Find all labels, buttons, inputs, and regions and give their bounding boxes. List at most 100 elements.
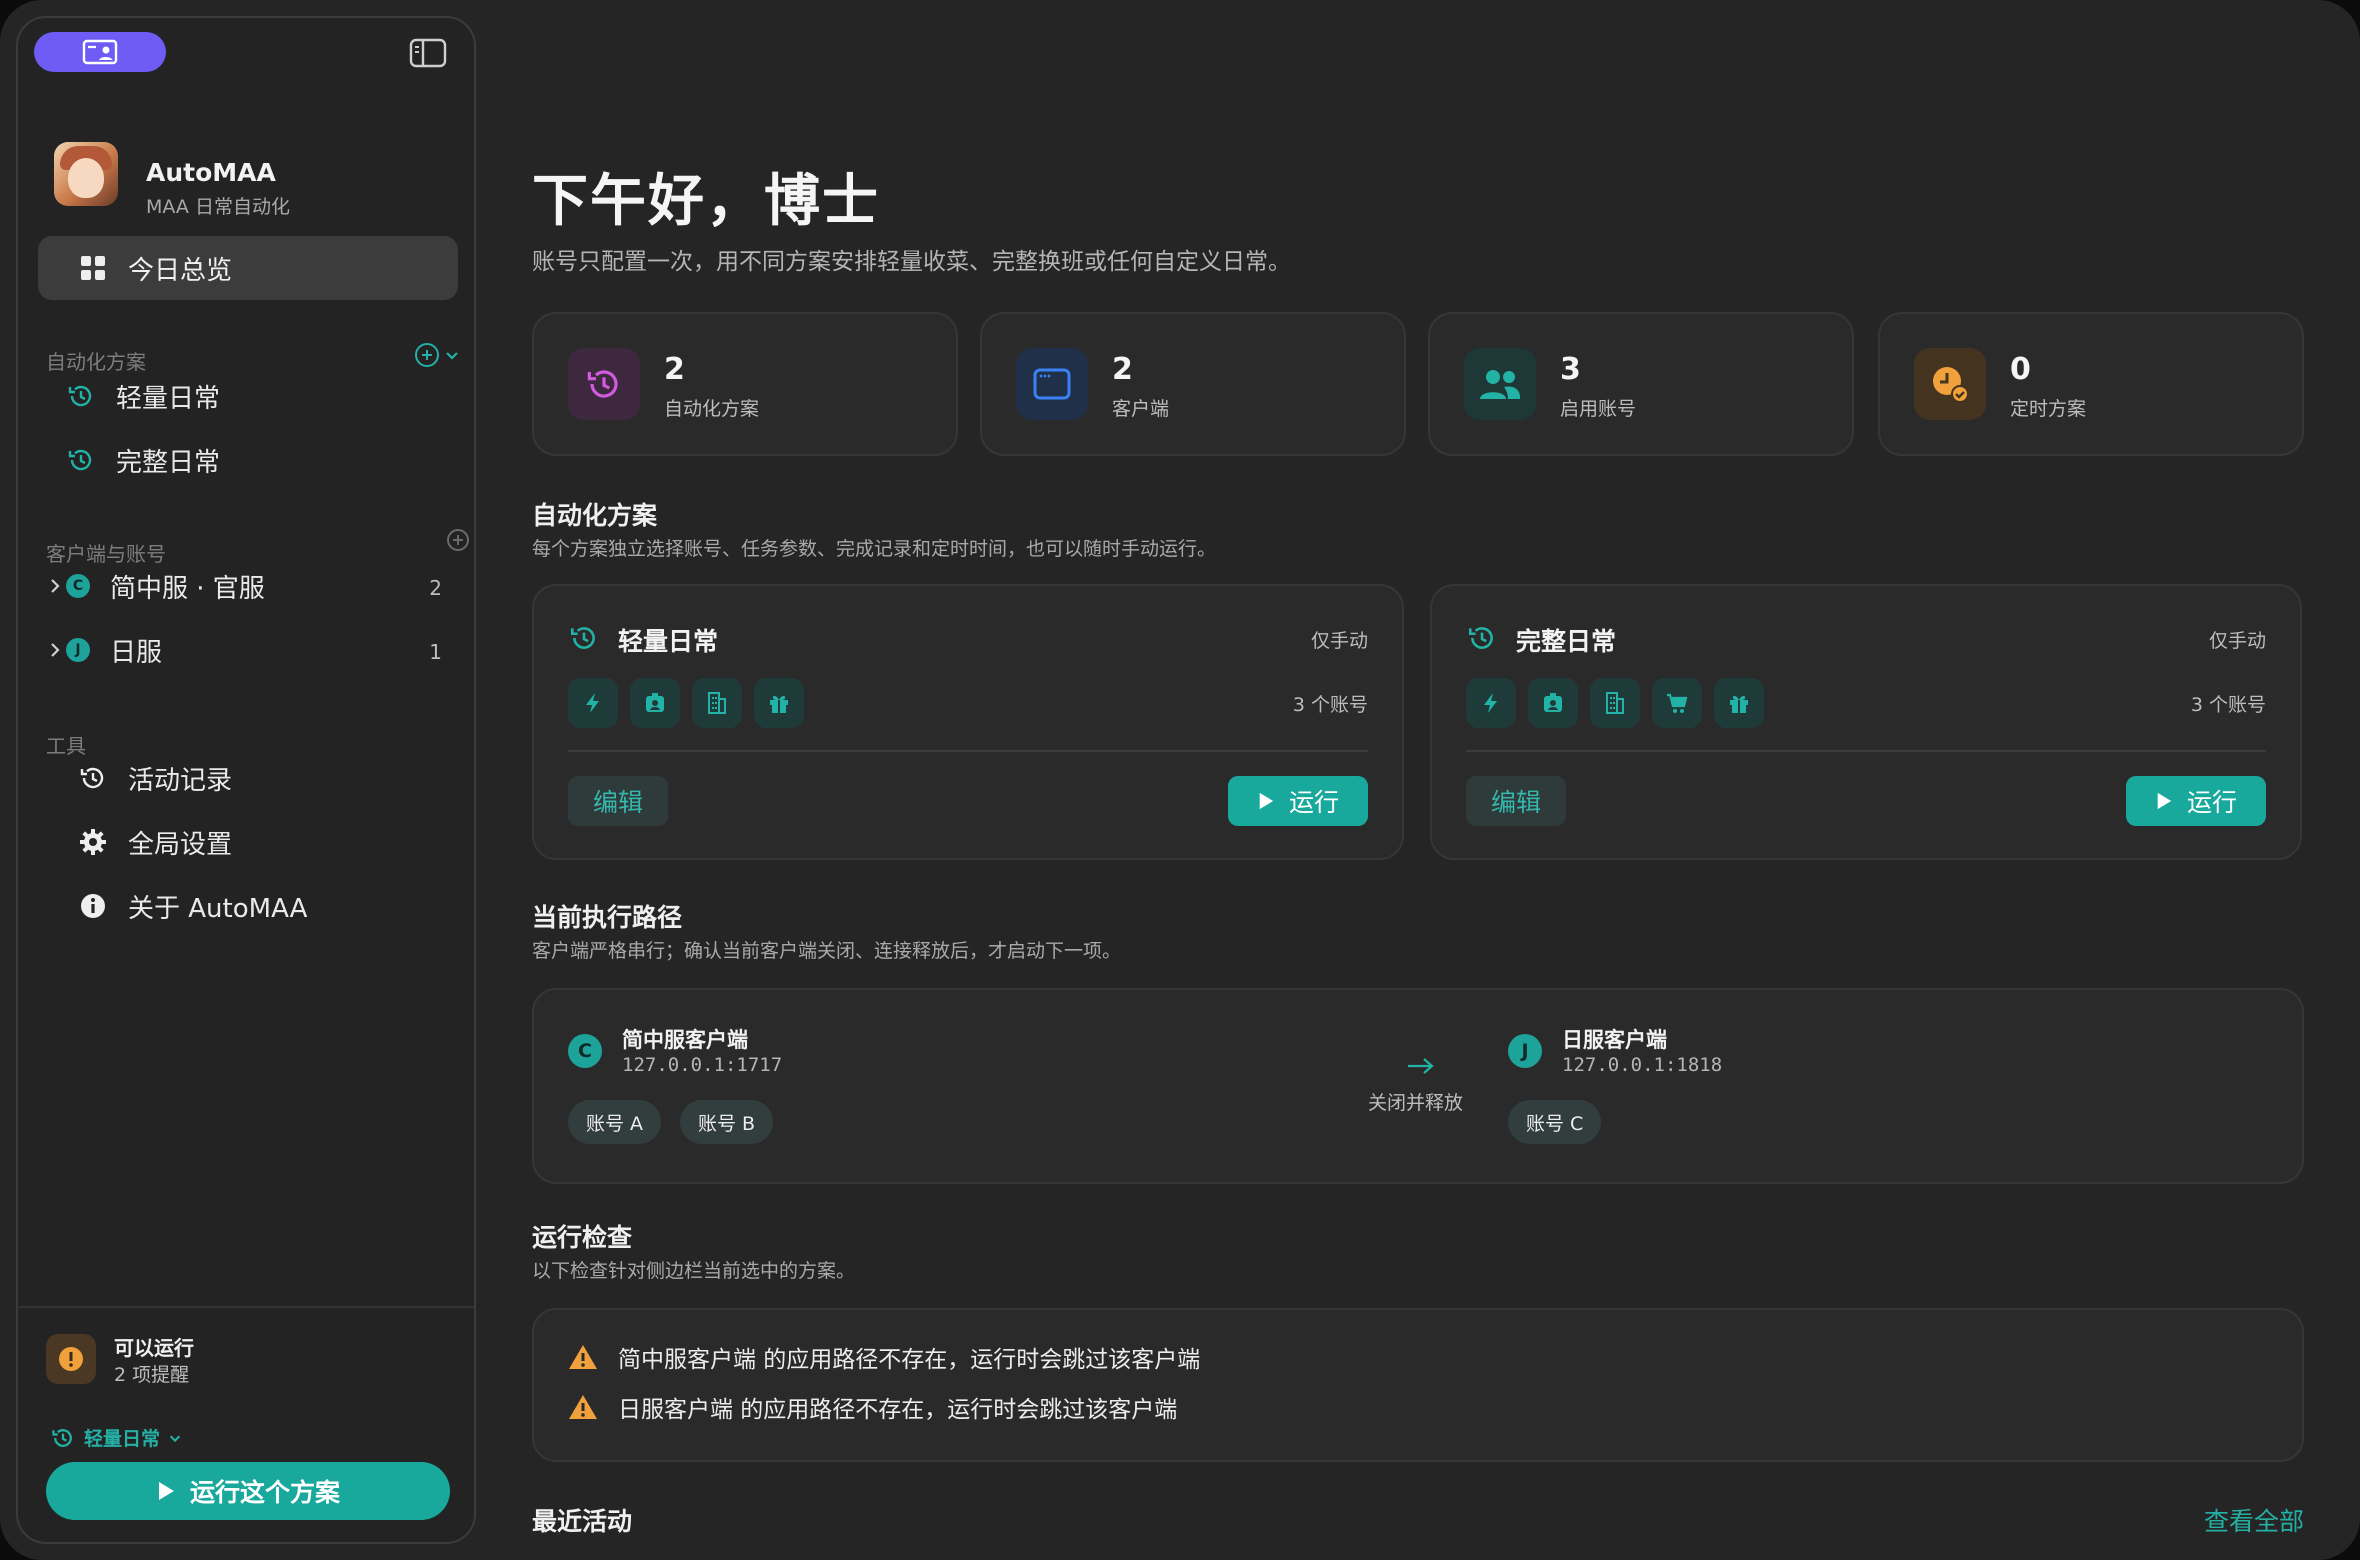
sidebar-tool-label: 活动记录	[128, 765, 233, 796]
check-item: 日服客户端 的应用路径不存在，运行时会跳过该客户端	[568, 1390, 1177, 1424]
sidebar-plan-light[interactable]: 轻量日常	[66, 374, 220, 418]
app-window: AutoMAA MAA 日常自动化 今日总览 自动化方案 轻量日常 完整日常 客…	[0, 0, 2360, 1560]
selected-plan-dropdown[interactable]: 轻量日常	[50, 1424, 182, 1451]
stat-card-accounts: 3 启用账号	[1428, 312, 1854, 456]
add-plan-button[interactable]	[414, 342, 460, 368]
plan-title: 完整日常	[1516, 627, 1617, 656]
run-button-label: 运行	[2186, 788, 2237, 817]
app-subtitle: MAA 日常自动化	[146, 196, 290, 218]
info-icon	[81, 894, 105, 918]
sidebar-plan-full[interactable]: 完整日常	[66, 438, 220, 482]
sidebar-toggle-icon	[409, 38, 447, 68]
plan-divider	[568, 750, 1368, 752]
sidebar-divider	[18, 1306, 474, 1308]
gift-icon	[1714, 678, 1764, 728]
history-icon	[80, 767, 104, 789]
section-clients-label: 客户端与账号	[46, 542, 166, 566]
stat-value: 2	[1112, 352, 1133, 387]
run-plan-button[interactable]: 运行这个方案	[46, 1462, 450, 1520]
plan-mode: 仅手动	[1310, 630, 1368, 652]
client-account-count: 1	[429, 640, 442, 664]
status-title: 可以运行	[114, 1336, 194, 1360]
building-icon	[1590, 678, 1640, 728]
profile-card-icon	[82, 39, 118, 65]
history-icon	[68, 385, 92, 407]
sidebar-toggle-button[interactable]	[408, 36, 448, 70]
stat-card-plans: 2 自动化方案	[532, 312, 958, 456]
warning-icon	[569, 1345, 597, 1369]
route-section-title: 当前执行路径	[532, 903, 683, 932]
plus-circle-icon	[415, 343, 439, 367]
history-icon	[68, 449, 92, 471]
check-section-desc: 以下检查针对侧边栏当前选中的方案。	[532, 1260, 856, 1282]
sidebar-client-jp[interactable]: J 日服	[48, 628, 162, 672]
plan-divider	[1466, 750, 2266, 752]
arrow-right-icon	[1408, 1058, 1434, 1074]
plan-card-light: 轻量日常 仅手动 3 个账号 编辑 运行	[532, 584, 1404, 860]
stat-value: 3	[1560, 352, 1581, 387]
sidebar-tool-about[interactable]: 关于 AutoMAA	[78, 884, 307, 928]
route-client-name: 简中服客户端	[622, 1028, 748, 1052]
gift-icon	[754, 678, 804, 728]
chevron-down-icon	[446, 352, 458, 360]
warning-icon	[569, 1395, 597, 1419]
nav-overview-label: 今日总览	[128, 255, 233, 286]
sidebar-tool-label: 全局设置	[128, 829, 233, 860]
route-client-address: 127.0.0.1:1717	[622, 1054, 783, 1076]
play-icon	[158, 1482, 174, 1500]
chevron-down-icon	[169, 1435, 181, 1442]
client-badge: C	[66, 574, 90, 598]
edit-plan-button[interactable]: 编辑	[568, 776, 668, 826]
route-client-name: 日服客户端	[1562, 1028, 1667, 1052]
recent-section-title: 最近活动	[532, 1507, 633, 1536]
chevron-right-icon	[51, 579, 60, 593]
app-name: AutoMAA	[146, 158, 276, 187]
stat-icon-box	[1464, 348, 1536, 420]
stat-label: 定时方案	[2010, 398, 2087, 420]
cart-icon	[1652, 678, 1702, 728]
stat-value: 2	[664, 352, 685, 387]
task-chips	[1466, 678, 1764, 728]
grid-icon	[81, 256, 105, 280]
plans-section-desc: 每个方案独立选择账号、任务参数、完成记录和定时时间，也可以随时手动运行。	[532, 538, 1217, 560]
bolt-icon	[568, 678, 618, 728]
stat-card-scheduled: 0 定时方案	[1878, 312, 2304, 456]
sidebar-plan-label: 轻量日常	[116, 383, 221, 414]
page-subtitle: 账号只配置一次，用不同方案安排轻量收菜、完整换班或任何自定义日常。	[532, 249, 1291, 275]
history-icon	[587, 370, 618, 398]
route-client-address: 127.0.0.1:1818	[1562, 1054, 1723, 1076]
client-badge: J	[1508, 1034, 1542, 1068]
route-section-desc: 客户端严格串行；确认当前客户端关闭、连接释放后，才启动下一项。	[532, 940, 1122, 962]
plan-card-full: 完整日常 仅手动 3 个账号 编辑 运行	[1430, 584, 2302, 860]
view-all-link[interactable]: 查看全部	[2204, 1502, 2304, 1538]
nav-overview[interactable]: 今日总览	[38, 236, 458, 300]
run-plan-card-button[interactable]: 运行	[1228, 776, 1368, 826]
client-account-count: 2	[429, 576, 442, 600]
users-icon	[1480, 370, 1521, 399]
check-item: 简中服客户端 的应用路径不存在，运行时会跳过该客户端	[568, 1340, 1200, 1374]
chevron-right-icon	[51, 643, 60, 657]
sidebar-client-cn[interactable]: C 简中服 · 官服	[48, 564, 265, 608]
run-plan-label: 运行这个方案	[189, 1478, 340, 1507]
stat-icon-box	[568, 348, 640, 420]
page-title: 下午好，博士	[532, 169, 880, 234]
sidebar-tool-activity[interactable]: 活动记录	[78, 756, 232, 800]
status-warning-badge	[46, 1334, 96, 1384]
route-arrow-label: 关闭并释放	[1368, 1092, 1464, 1114]
selected-plan-label: 轻量日常	[84, 1428, 161, 1450]
sidebar-plan-label: 完整日常	[116, 447, 221, 478]
task-chips	[568, 678, 804, 728]
stat-label: 启用账号	[1560, 398, 1637, 420]
run-plan-card-button[interactable]: 运行	[2126, 776, 2266, 826]
sidebar: AutoMAA MAA 日常自动化 今日总览 自动化方案 轻量日常 完整日常 客…	[16, 16, 476, 1544]
sidebar-client-label: 日服	[110, 637, 163, 668]
sidebar-tool-settings[interactable]: 全局设置	[78, 820, 232, 864]
add-client-icon[interactable]	[446, 528, 470, 552]
profile-switch-button[interactable]	[34, 32, 166, 72]
gear-icon	[80, 829, 106, 855]
stat-label: 客户端	[1112, 398, 1170, 420]
edit-plan-button[interactable]: 编辑	[1466, 776, 1566, 826]
stat-icon-box	[1914, 348, 1986, 420]
plan-title: 轻量日常	[618, 627, 719, 656]
history-icon	[570, 627, 595, 649]
